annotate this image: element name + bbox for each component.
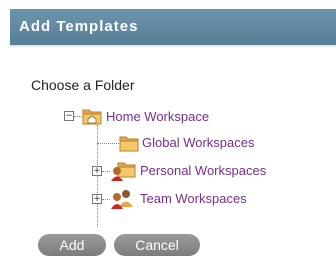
tree-node-personal-workspaces[interactable]: Personal Workspaces: [140, 163, 266, 178]
choose-folder-label: Choose a Folder: [31, 77, 135, 93]
tree-node-global-workspaces[interactable]: Global Workspaces: [142, 135, 254, 150]
add-button[interactable]: Add: [38, 234, 106, 256]
cancel-button[interactable]: Cancel: [114, 234, 200, 256]
tree-node-team-workspaces[interactable]: Team Workspaces: [140, 191, 247, 206]
tree-connector: [97, 143, 119, 144]
team-icon: [111, 190, 133, 209]
dialog-title: Add Templates: [10, 9, 336, 45]
header-divider: [10, 45, 336, 48]
folder-home-icon: [82, 109, 102, 125]
expand-toggle-team[interactable]: +: [92, 194, 102, 204]
tree-connector: [102, 171, 110, 172]
tree-connector: [102, 199, 110, 200]
expand-toggle-personal[interactable]: +: [92, 166, 102, 176]
tree-connector: [74, 116, 82, 117]
collapse-toggle-home[interactable]: −: [64, 111, 74, 121]
tree-trunk: [97, 125, 98, 227]
folder-globe-icon: [119, 136, 139, 152]
folder-person-icon: [111, 162, 136, 181]
tree-node-home-workspace[interactable]: Home Workspace: [106, 109, 209, 124]
